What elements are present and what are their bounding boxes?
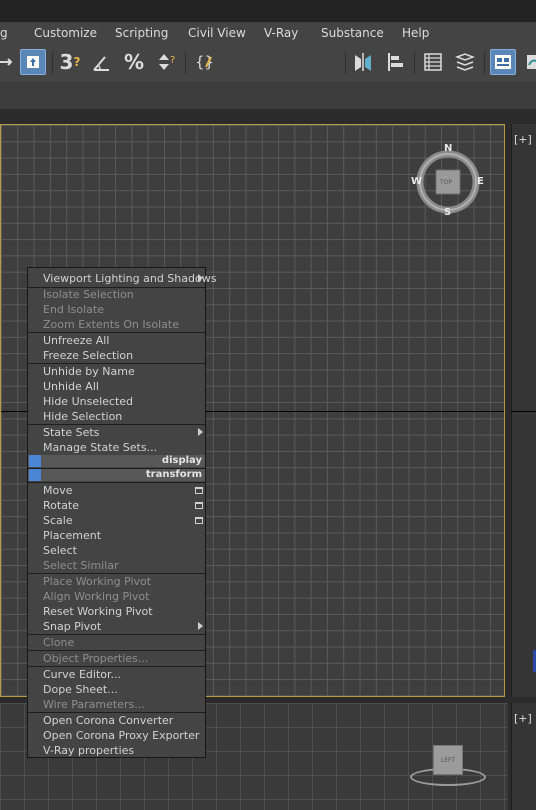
menu-item-state-sets[interactable]: State Sets [43,426,99,439]
submenu-arrow-icon [198,428,203,436]
menu-item-curve-editor[interactable]: Curve Editor... [43,668,121,681]
menu-item-help[interactable]: Help [402,26,429,40]
menu-divider [28,332,205,333]
menu-item-open-corona-converter[interactable]: Open Corona Converter [43,714,173,727]
menu-item-freeze-selection[interactable]: Freeze Selection [43,349,133,362]
svg-text:?: ? [170,55,175,66]
menu-item-hide-selection[interactable]: Hide Selection [43,410,122,423]
compass-west-label: W [411,176,423,187]
viewcube-compass[interactable]: N S E W TOP [411,143,484,218]
toolbar-separator [185,52,186,74]
percent-snap-icon[interactable]: % [121,49,147,75]
compass-east-label: E [477,176,484,187]
menu-item-isolate-selection[interactable]: Isolate Selection [43,288,134,301]
menu-divider [28,424,205,425]
compass-south-label: S [444,207,452,218]
menu-item-manage-state-sets[interactable]: Manage State Sets... [43,441,157,454]
viewcube-left[interactable]: LEFT [433,745,463,775]
toolbar-separator [484,52,485,74]
toolbar-separator [414,52,415,74]
menu-divider [28,650,205,651]
viewcube-face-label: LEFT [440,756,456,764]
menu-item-substance[interactable]: Substance [321,26,384,40]
quad-color-swatch [29,455,41,467]
menu-divider [28,573,205,574]
menu-item-scale[interactable]: Scale [43,514,73,527]
quad-header-transform-label: transform [145,469,202,480]
layer-explorer-icon[interactable] [420,49,446,75]
menu-divider [28,363,205,364]
menu-item-unfreeze-all[interactable]: Unfreeze All [43,334,109,347]
menu-item-civil-view[interactable]: Civil View [188,26,246,40]
align-icon[interactable] [382,49,408,75]
menu-item-snap-pivot[interactable]: Snap Pivot [43,620,101,633]
menu-item-corona-proxy-exporter[interactable]: Open Corona Proxy Exporter [43,729,199,742]
quad-header-display: display [28,455,205,467]
viewport-menu-label[interactable]: [+] [514,133,532,146]
curve-editor-icon[interactable] [522,49,536,75]
menu-item-dope-sheet[interactable]: Dope Sheet... [43,683,118,696]
menu-item-vray-properties[interactable]: V-Ray properties [43,744,134,757]
menu-item-viewport-lighting[interactable]: Viewport Lighting and Shadows [43,272,216,285]
svg-text:{}: {} [195,53,214,71]
snap-toggle-label: 3 [59,50,74,74]
menu-divider [28,666,205,667]
toggle-layers-icon[interactable] [452,49,478,75]
menu-item-hide-unselected[interactable]: Hide Unselected [43,395,133,408]
quad-header-display-label: display [161,455,202,466]
menu-item-zoom-extents-isolate[interactable]: Zoom Extents On Isolate [43,318,179,331]
menu-item-move[interactable]: Move [43,484,73,497]
menu-item-vray[interactable]: V-Ray [264,26,298,40]
select-object-icon[interactable] [20,49,46,75]
angle-snap-icon[interactable] [89,49,115,75]
menu-item-object-properties[interactable]: Object Properties... [43,652,148,665]
menu-item-unhide-by-name[interactable]: Unhide by Name [43,365,135,378]
mirror-icon[interactable] [350,49,376,75]
move-icon[interactable] [0,49,18,75]
menu-divider [28,712,205,713]
menu-item-customize[interactable]: Customize [34,26,97,40]
settings-box-icon[interactable] [195,517,203,524]
title-bar [0,0,536,22]
menu-item-scripting[interactable]: Scripting [115,26,168,40]
quad-context-menu: Viewport Lighting and Shadows Isolate Se… [27,267,216,758]
viewport-header-strip [0,109,536,121]
menu-item-end-isolate[interactable]: End Isolate [43,303,104,316]
ribbon-strip [0,83,536,109]
toolbar-separator [345,52,346,74]
menu-item-reset-working-pivot[interactable]: Reset Working Pivot [43,605,153,618]
menu-item-wire-parameters[interactable]: Wire Parameters... [43,698,145,711]
menu-item-rotate[interactable]: Rotate [43,499,79,512]
toolbar-separator [52,52,53,74]
edit-named-selection-icon[interactable]: {} [191,49,217,75]
settings-box-icon[interactable] [195,487,203,494]
submenu-arrow-icon [198,622,203,630]
submenu-arrow-icon [198,274,203,282]
compass-north-label: N [444,143,453,154]
menu-item-unhide-all[interactable]: Unhide All [43,380,99,393]
menu-bar: g Customize Scripting Civil View V-Ray S… [0,22,536,44]
quad-header-transform: transform [28,469,205,481]
percent-snap-label: % [123,50,145,74]
menu-item-place-working-pivot[interactable]: Place Working Pivot [43,575,151,588]
viewport-right-bottom[interactable]: [+] [511,703,536,810]
spinner-snap-icon[interactable]: ? [153,49,179,75]
menu-divider [28,634,205,635]
settings-box-icon[interactable] [195,502,203,509]
world-axis-line [511,411,536,412]
menu-item-placement[interactable]: Placement [43,529,101,542]
menu-divider [28,482,205,483]
menu-item-select[interactable]: Select [43,544,77,557]
menu-item-select-similar[interactable]: Select Similar [43,559,119,572]
toggle-ribbon-icon[interactable] [490,49,516,75]
viewport-menu-label[interactable]: [+] [514,712,532,725]
main-toolbar: 3? % ? {} [0,44,536,114]
quad-color-swatch [29,469,41,481]
viewcube-face-label: TOP [440,179,453,186]
menu-item-clone[interactable]: Clone [43,636,74,649]
menu-item-align-working-pivot[interactable]: Align Working Pivot [43,590,149,603]
menu-item-rendering[interactable]: g [0,26,8,40]
snap-toggle-icon[interactable]: 3? [57,49,83,75]
